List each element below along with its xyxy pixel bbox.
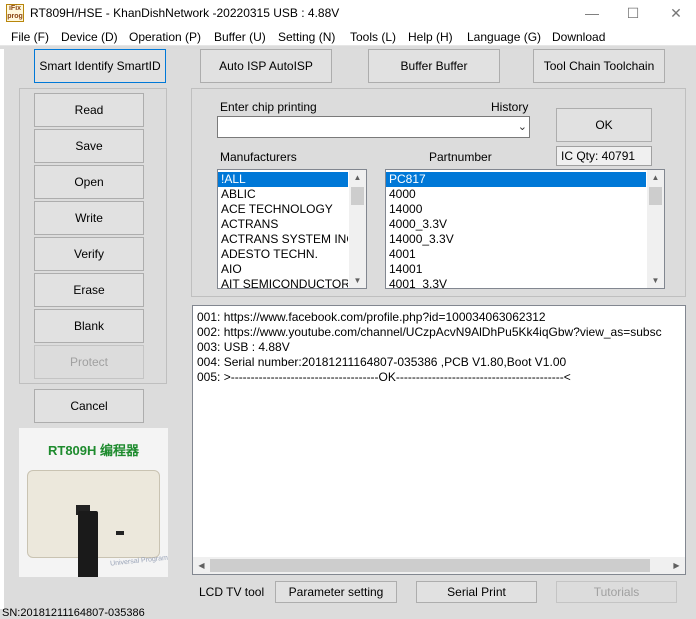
window-title: RT809H/HSE - KhanDishNetwork -20220315 U…: [30, 6, 340, 20]
scroll-thumb[interactable]: [210, 559, 650, 572]
scroll-left-icon[interactable]: ◀: [193, 557, 210, 574]
cancel-button[interactable]: Cancel: [34, 389, 144, 423]
menu-device[interactable]: Device (D): [61, 30, 118, 44]
log-line: 004: Serial number:20181211164807-035386…: [197, 355, 567, 369]
list-item[interactable]: !ALL: [218, 172, 348, 187]
partnumber-scrollbar[interactable]: ▲ ▼: [647, 170, 664, 288]
list-item[interactable]: 14000: [386, 202, 646, 217]
partnumber-label: Partnumber: [429, 150, 492, 164]
ok-button[interactable]: OK: [556, 108, 652, 142]
list-item[interactable]: 4001: [386, 247, 646, 262]
menu-download[interactable]: Download: [552, 30, 605, 44]
list-item[interactable]: ACE TECHNOLOGY: [218, 202, 348, 217]
list-item[interactable]: AIT SEMICONDUCTOR: [218, 277, 348, 288]
list-item[interactable]: 14000_3.3V: [386, 232, 646, 247]
chevron-down-icon[interactable]: ⌄: [518, 120, 527, 133]
ic-qty-display: IC Qty: 40791: [556, 146, 652, 166]
list-item[interactable]: AIO: [218, 262, 348, 277]
toolchain-button[interactable]: Tool Chain Toolchain: [533, 49, 665, 83]
auto-isp-button[interactable]: Auto ISP AutoISP: [200, 49, 332, 83]
log-output[interactable]: 001: https://www.facebook.com/profile.ph…: [192, 305, 686, 575]
title-bar: iFix prog RT809H/HSE - KhanDishNetwork -…: [0, 0, 696, 28]
smart-identify-button[interactable]: Smart Identify SmartID: [34, 49, 166, 83]
list-item[interactable]: ABLIC: [218, 187, 348, 202]
manufacturers-label: Manufacturers: [220, 150, 297, 164]
buffer-button[interactable]: Buffer Buffer: [368, 49, 500, 83]
scroll-down-icon[interactable]: ▼: [647, 273, 664, 288]
minimize-icon[interactable]: —: [578, 3, 606, 23]
list-item[interactable]: 4001_3.3V: [386, 277, 646, 288]
chip-printing-label: Enter chip printing: [220, 100, 317, 114]
menu-help[interactable]: Help (H): [408, 30, 453, 44]
programmer-body: Universal Programmer: [27, 470, 168, 577]
list-item[interactable]: ACTRANS: [218, 217, 348, 232]
lcd-tv-tool-label[interactable]: LCD TV tool: [199, 585, 264, 599]
list-item[interactable]: ACTRANS SYSTEM INC: [218, 232, 348, 247]
verify-button[interactable]: Verify: [34, 237, 144, 271]
log-line: 005: >----------------------------------…: [197, 370, 571, 384]
list-item[interactable]: 4000_3.3V: [386, 217, 646, 232]
manufacturers-scrollbar[interactable]: ▲ ▼: [349, 170, 366, 288]
app-icon: iFix prog: [6, 4, 24, 22]
list-item[interactable]: ADESTO TECHN.: [218, 247, 348, 262]
maximize-icon[interactable]: ☐: [619, 3, 647, 23]
log-line: 003: USB : 4.88V: [197, 340, 290, 354]
log-line: 001: https://www.facebook.com/profile.ph…: [197, 310, 546, 324]
menu-operation[interactable]: Operation (P): [129, 30, 201, 44]
log-horizontal-scrollbar[interactable]: ◀ ▶: [193, 557, 685, 574]
menu-language[interactable]: Language (G): [467, 30, 541, 44]
scroll-thumb[interactable]: [351, 187, 364, 205]
menu-bar: File (F) Device (D) Operation (P) Buffer…: [0, 28, 696, 46]
scroll-right-icon[interactable]: ▶: [668, 557, 685, 574]
history-label: History: [491, 100, 529, 114]
serial-print-button[interactable]: Serial Print: [416, 581, 537, 603]
scroll-thumb[interactable]: [649, 187, 662, 205]
menu-file[interactable]: File (F): [11, 30, 49, 44]
zif-socket: [78, 511, 98, 577]
menu-tools[interactable]: Tools (L): [350, 30, 396, 44]
blank-button[interactable]: Blank: [34, 309, 144, 343]
left-edge: [0, 49, 4, 609]
close-icon[interactable]: ✕: [662, 3, 690, 23]
menu-setting[interactable]: Setting (N): [278, 30, 335, 44]
save-button[interactable]: Save: [34, 129, 144, 163]
scroll-down-icon[interactable]: ▼: [349, 273, 366, 288]
programmer-label: Universal Programmer: [109, 553, 168, 568]
scroll-up-icon[interactable]: ▲: [349, 170, 366, 185]
programmer-image: RT809H 编程器 Universal Programmer: [19, 428, 168, 577]
partnumber-list[interactable]: PC817 4000 14000 4000_3.3V 14000_3.3V 40…: [385, 169, 665, 289]
menu-buffer[interactable]: Buffer (U): [214, 30, 266, 44]
read-button[interactable]: Read: [34, 93, 144, 127]
status-bar: SN:20181211164807-035386: [2, 608, 145, 619]
status-led: [116, 531, 124, 535]
manufacturers-list[interactable]: !ALL ABLIC ACE TECHNOLOGY ACTRANS ACTRAN…: [217, 169, 367, 289]
open-button[interactable]: Open: [34, 165, 144, 199]
protect-button[interactable]: Protect: [34, 345, 144, 379]
list-item[interactable]: PC817: [386, 172, 646, 187]
tutorials-button[interactable]: Tutorials: [556, 581, 677, 603]
list-item[interactable]: 4000: [386, 187, 646, 202]
parameter-setting-button[interactable]: Parameter setting: [275, 581, 397, 603]
log-line: 002: https://www.youtube.com/channel/UCz…: [197, 325, 662, 339]
list-item[interactable]: 14001: [386, 262, 646, 277]
scroll-up-icon[interactable]: ▲: [647, 170, 664, 185]
write-button[interactable]: Write: [34, 201, 144, 235]
programmer-caption: RT809H 编程器: [47, 443, 140, 458]
chip-printing-input[interactable]: ⌄: [217, 116, 530, 138]
erase-button[interactable]: Erase: [34, 273, 144, 307]
